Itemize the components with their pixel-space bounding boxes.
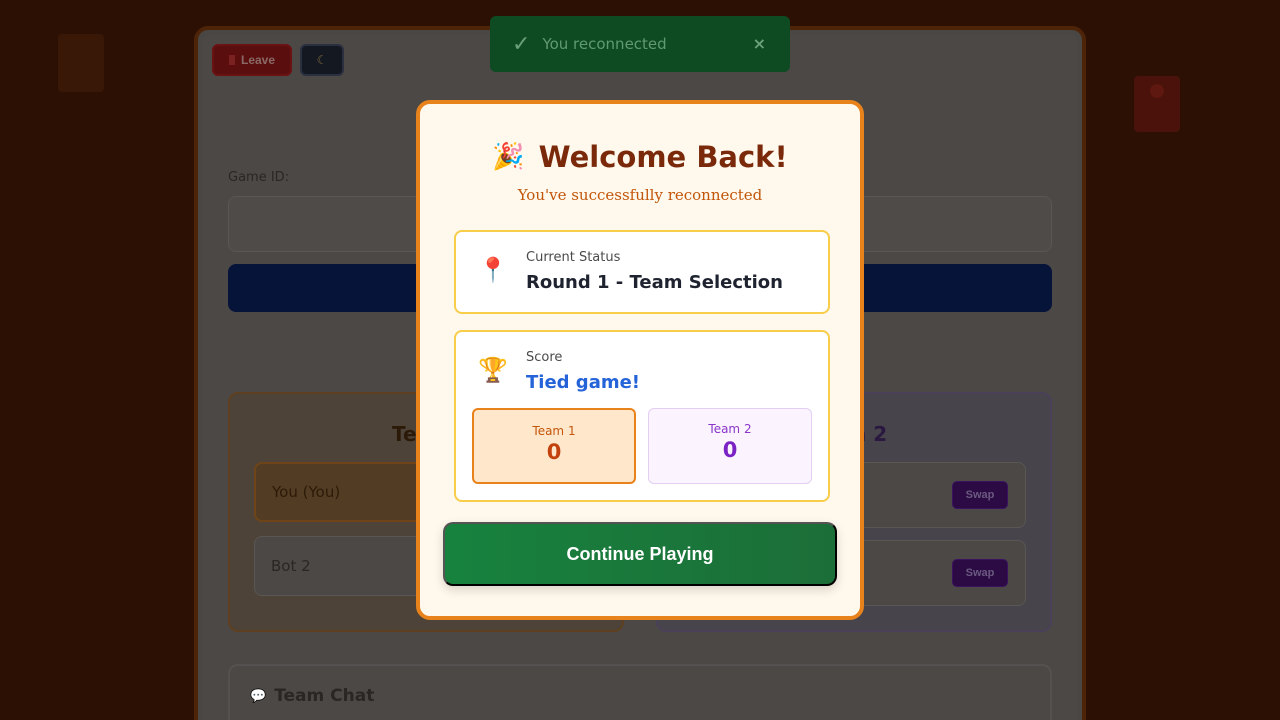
door-icon <box>228 55 235 65</box>
current-status-card: 📍 Current Status Round 1 - Team Selectio… <box>454 230 830 314</box>
leave-button[interactable]: Leave <box>212 44 292 76</box>
team-1-name: Team 1 <box>532 424 576 438</box>
modal-subtitle: You've successfully reconnected <box>517 186 763 204</box>
team-2-name: Team 2 <box>708 422 752 436</box>
close-icon[interactable]: × <box>753 34 766 53</box>
score-card: 🏆 Score Tied game! Team 1 0 Team 2 0 <box>454 330 830 502</box>
reconnect-toast: ✓ You reconnected × <box>490 16 790 72</box>
team-1-score: 0 <box>546 440 562 464</box>
modal-title: 🎉 Welcome Back! <box>420 140 860 174</box>
status-label: Current Status <box>526 250 621 265</box>
background-decoration-right <box>1134 76 1180 132</box>
team-chat-header: 💬 Team Chat <box>250 686 374 706</box>
player-row-you: You (You) <box>254 462 434 522</box>
team-chat-title: Team Chat <box>274 686 375 706</box>
team-2-score-box: Team 2 0 <box>648 408 812 484</box>
score-summary: Tied game! <box>526 372 641 393</box>
trophy-icon: 🏆 <box>478 356 508 384</box>
player-row-bot-2: Bot 2 <box>254 536 434 596</box>
background-decoration-left <box>58 34 104 92</box>
speech-bubble-icon: 💬 <box>250 688 267 704</box>
moon-icon: ☾ <box>316 53 328 67</box>
score-label: Score <box>526 350 563 365</box>
modal-title-text: Welcome Back! <box>538 140 788 174</box>
toast-message: You reconnected <box>542 35 667 53</box>
party-popper-icon: 🎉 <box>492 142 525 172</box>
status-value: Round 1 - Team Selection <box>526 272 783 293</box>
checkmark-icon: ✓ <box>512 31 531 57</box>
swap-button[interactable]: Swap <box>952 559 1008 587</box>
leave-button-label: Leave <box>240 53 276 67</box>
welcome-back-modal: 🎉 Welcome Back! You've successfully reco… <box>416 100 864 620</box>
swap-button[interactable]: Swap <box>952 481 1008 509</box>
team-1-score-box: Team 1 0 <box>472 408 636 484</box>
team-2-score: 0 <box>722 438 738 462</box>
theme-toggle-button[interactable]: ☾ <box>300 44 344 76</box>
pin-icon: 📍 <box>478 256 508 284</box>
continue-playing-button[interactable]: Continue Playing <box>443 522 837 586</box>
game-id-label: Game ID: <box>228 170 290 185</box>
